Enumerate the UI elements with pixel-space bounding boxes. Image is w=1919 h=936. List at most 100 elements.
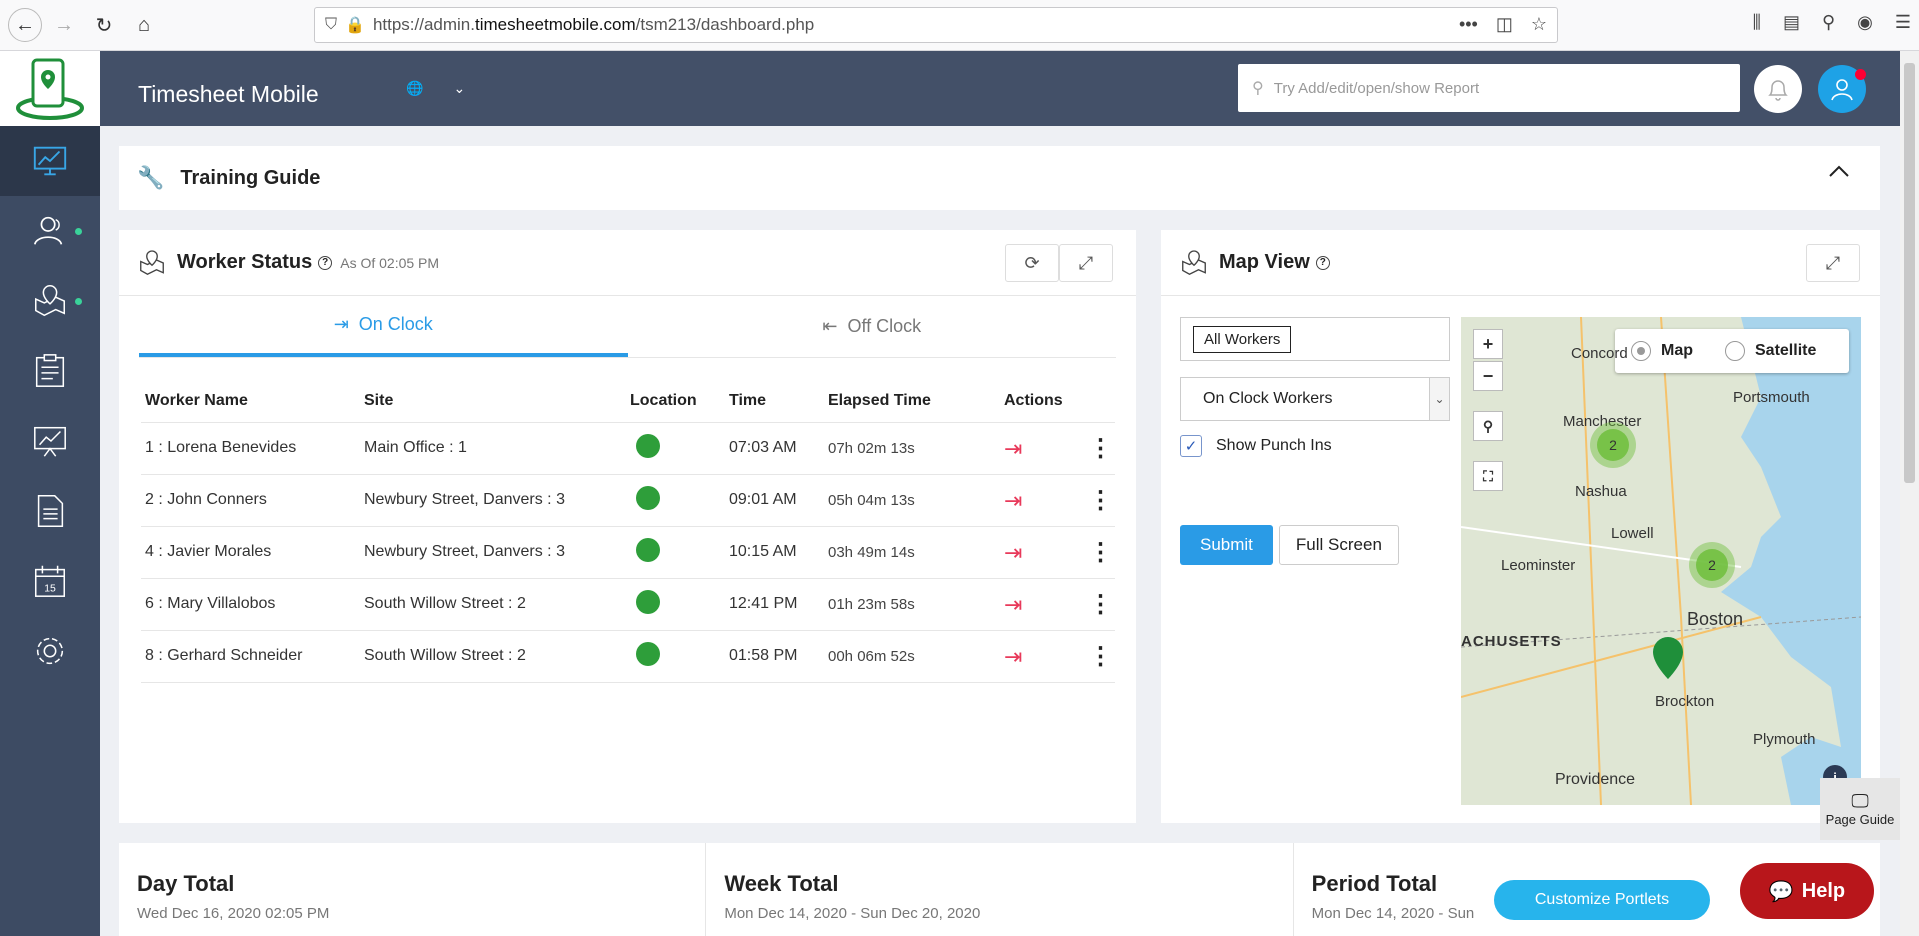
back-button[interactable]: ← bbox=[8, 8, 42, 42]
map-canvas[interactable]: + − ⚲ ⛶ Map Satellite Concord Portsmouth… bbox=[1461, 317, 1861, 805]
page-scrollbar[interactable] bbox=[1900, 51, 1919, 936]
sidebar-item-dashboard[interactable] bbox=[0, 126, 100, 196]
show-punch-ins-checkbox[interactable]: ✓ bbox=[1180, 435, 1202, 457]
page-guide-button[interactable]: 🖵 Page Guide bbox=[1820, 778, 1900, 840]
full-screen-button[interactable]: Full Screen bbox=[1278, 525, 1399, 565]
library-icon[interactable]: ⫼ bbox=[1753, 12, 1761, 33]
globe-icon[interactable] bbox=[636, 641, 660, 666]
worker-name[interactable]: 1 : Lorena Benevides bbox=[141, 422, 360, 475]
help-button[interactable]: 💬 Help bbox=[1740, 863, 1874, 919]
help-icon[interactable]: ? bbox=[1315, 255, 1330, 270]
clock-out-icon[interactable]: ⇥ bbox=[1004, 540, 1022, 565]
pocket-icon[interactable]: ◫ bbox=[1496, 14, 1513, 35]
show-punch-ins-row[interactable]: ✓ Show Punch Ins bbox=[1180, 435, 1450, 457]
map-pin-icon bbox=[140, 249, 164, 275]
sidebar-toggle-icon[interactable]: ▤ bbox=[1783, 12, 1800, 33]
report-search[interactable]: ⚲ bbox=[1238, 64, 1740, 112]
scroll-thumb[interactable] bbox=[1904, 63, 1915, 483]
col-worker-name[interactable]: Worker Name bbox=[141, 380, 360, 423]
city-label: Providence bbox=[1555, 771, 1636, 788]
more-vertical-icon[interactable]: ⋮ bbox=[1022, 435, 1112, 462]
user-menu-button[interactable] bbox=[1818, 65, 1866, 113]
marker-cluster[interactable]: 2 bbox=[1689, 542, 1735, 588]
account-icon[interactable]: ◉ bbox=[1857, 12, 1873, 33]
reload-button[interactable]: ↻ bbox=[86, 7, 122, 43]
col-site[interactable]: Site bbox=[360, 380, 626, 423]
more-vertical-icon[interactable]: ⋮ bbox=[1022, 591, 1112, 618]
language-selector[interactable]: 🌐 ⌄ bbox=[406, 80, 465, 97]
week-total-title: Week Total bbox=[724, 871, 839, 896]
status-dot bbox=[75, 298, 82, 305]
show-punch-ins-label: Show Punch Ins bbox=[1216, 437, 1332, 454]
clock-out-icon[interactable]: ⇥ bbox=[1004, 436, 1022, 461]
chat-bubble-icon: 💬 bbox=[1768, 880, 1794, 903]
zoom-in-button[interactable]: + bbox=[1473, 329, 1503, 359]
clock-out-icon[interactable]: ⇥ bbox=[1004, 644, 1022, 669]
col-location: Location bbox=[626, 380, 725, 423]
sidebar-item-workers[interactable] bbox=[0, 196, 100, 266]
cluster-count: 2 bbox=[1597, 429, 1629, 461]
worker-name[interactable]: 8 : Gerhard Schneider bbox=[141, 630, 360, 683]
sidebar-item-calendar[interactable]: 15 bbox=[0, 546, 100, 616]
brand-title: Timesheet Mobile bbox=[138, 81, 319, 107]
city-label: Brockton bbox=[1655, 693, 1715, 710]
globe-icon[interactable] bbox=[636, 589, 660, 614]
chevron-up-icon[interactable] bbox=[1828, 164, 1850, 178]
more-vertical-icon[interactable]: ⋮ bbox=[1022, 487, 1112, 514]
home-button[interactable]: ⌂ bbox=[126, 7, 162, 43]
menu-icon[interactable]: ☰ bbox=[1895, 12, 1911, 33]
tab-off-clock[interactable]: ⇤ Off Clock bbox=[628, 296, 1117, 357]
forward-button[interactable]: → bbox=[46, 7, 82, 43]
map-type-map-label[interactable]: Map bbox=[1661, 342, 1693, 360]
notifications-button[interactable] bbox=[1754, 65, 1802, 113]
globe-icon[interactable] bbox=[636, 537, 660, 562]
as-of-time: As Of 02:05 PM bbox=[340, 254, 440, 271]
sidebar-item-locations[interactable] bbox=[0, 266, 100, 336]
map-marker-icon[interactable] bbox=[1653, 637, 1683, 679]
worker-name[interactable]: 6 : Mary Villalobos bbox=[141, 578, 360, 631]
more-icon[interactable]: ••• bbox=[1459, 14, 1478, 35]
zoom-out-button[interactable]: − bbox=[1473, 361, 1503, 391]
submit-button[interactable]: Submit bbox=[1180, 525, 1273, 565]
col-elapsed[interactable]: Elapsed Time bbox=[824, 380, 1000, 423]
address-bar[interactable]: ⛉ 🔒 https://admin.timesheetmobile.com/ts… bbox=[314, 7, 1558, 43]
more-vertical-icon[interactable]: ⋮ bbox=[1022, 643, 1112, 670]
expand-button[interactable]: ⤢ bbox=[1059, 244, 1113, 282]
globe-icon[interactable] bbox=[636, 485, 660, 510]
worker-name[interactable]: 4 : Javier Morales bbox=[141, 526, 360, 579]
clock-out-icon[interactable]: ⇥ bbox=[1004, 592, 1022, 617]
clock-out-icon[interactable]: ⇥ bbox=[1004, 488, 1022, 513]
satellite-radio[interactable] bbox=[1725, 341, 1745, 361]
worker-elapsed: 07h 02m 13s bbox=[824, 422, 1000, 475]
clock-status-select[interactable]: On Clock Workers ⌄ bbox=[1180, 377, 1450, 421]
map-radio[interactable] bbox=[1631, 341, 1651, 361]
workers-multiselect[interactable]: All Workers bbox=[1180, 317, 1450, 361]
user-icon bbox=[1831, 79, 1853, 101]
customize-portlets-button[interactable]: Customize Portlets bbox=[1494, 880, 1710, 920]
sidebar-item-reports[interactable] bbox=[0, 406, 100, 476]
globe-icon[interactable] bbox=[636, 433, 660, 458]
worker-status-card: Worker Status ? As Of 02:05 PM ⟳ ⤢ ⇥ On C… bbox=[119, 230, 1136, 823]
worker-status-tabs: ⇥ On Clock ⇤ Off Clock bbox=[139, 296, 1116, 358]
map-type-satellite-label[interactable]: Satellite bbox=[1755, 342, 1816, 360]
map-fullscreen-button[interactable]: ⛶ bbox=[1473, 461, 1503, 491]
sidebar-item-settings[interactable] bbox=[0, 616, 100, 686]
more-vertical-icon[interactable]: ⋮ bbox=[1022, 539, 1112, 566]
worker-name[interactable]: 2 : John Conners bbox=[141, 474, 360, 527]
search-extension-icon[interactable]: ⚲ bbox=[1822, 12, 1835, 33]
tab-on-clock[interactable]: ⇥ On Clock bbox=[139, 296, 628, 357]
map-search-button[interactable]: ⚲ bbox=[1473, 411, 1503, 441]
col-time[interactable]: Time bbox=[725, 380, 824, 423]
search-input[interactable] bbox=[1273, 79, 1694, 97]
marker-cluster[interactable]: 2 bbox=[1590, 422, 1636, 468]
help-icon[interactable]: ? bbox=[318, 255, 333, 270]
sidebar-item-documents[interactable] bbox=[0, 476, 100, 546]
city-label: Boston bbox=[1687, 609, 1744, 629]
training-guide-bar[interactable]: 🔧 Training Guide bbox=[119, 146, 1880, 210]
expand-button[interactable]: ⤢ bbox=[1806, 244, 1860, 282]
refresh-button[interactable]: ⟳ bbox=[1005, 244, 1059, 282]
bookmark-star-icon[interactable]: ☆ bbox=[1531, 14, 1547, 35]
worker-chip[interactable]: All Workers bbox=[1193, 325, 1292, 353]
sidebar-item-timesheets[interactable] bbox=[0, 336, 100, 406]
logo[interactable] bbox=[0, 51, 100, 126]
